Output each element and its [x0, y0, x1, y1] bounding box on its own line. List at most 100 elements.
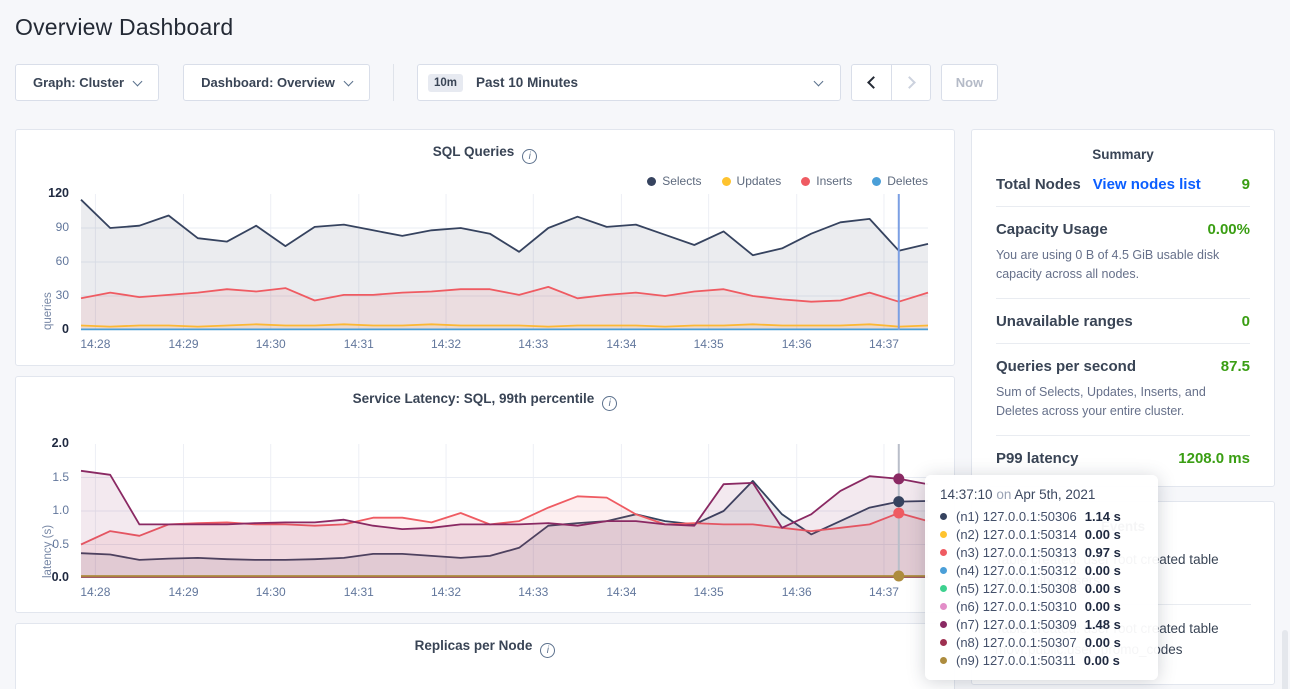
graph-dropdown[interactable]: Graph: Cluster — [15, 64, 159, 101]
dashboard-dropdown-label: Dashboard: Overview — [201, 75, 335, 90]
chart-title-text: SQL Queries — [433, 144, 515, 159]
time-range-dropdown[interactable]: 10m Past 10 Minutes — [417, 64, 841, 101]
tooltip-row: (n5) 127.0.0.1:503080.00 s — [940, 579, 1143, 597]
x-axis-tick: 14:36 — [773, 337, 821, 351]
graph-dropdown-label: Graph: Cluster — [33, 75, 124, 90]
chart-hover-tooltip: 14:37:10 on Apr 5th, 2021 (n1) 127.0.0.1… — [925, 475, 1158, 680]
sql-queries-plot[interactable] — [81, 194, 928, 330]
node-color-dot — [940, 603, 947, 610]
view-nodes-list-link[interactable]: View nodes list — [1093, 176, 1201, 193]
summary-item-unavailable-ranges: Unavailable ranges 0 — [996, 298, 1250, 343]
y-axis-tick: 0.0 — [16, 570, 69, 584]
toolbar: Graph: Cluster Dashboard: Overview 10m P… — [15, 64, 1275, 101]
chevron-down-icon — [814, 76, 824, 86]
node-color-dot — [940, 621, 947, 628]
y-axis-tick: 120 — [16, 186, 69, 200]
summary-item-total-nodes: Total Nodes View nodes list 9 — [996, 162, 1250, 206]
summary-title: Summary — [996, 147, 1250, 162]
chart-title-text: Replicas per Node — [415, 638, 533, 653]
sql-queries-chart-card: SQL Queries i Selects Updates Inserts Del… — [15, 129, 955, 366]
time-next-button[interactable] — [891, 65, 930, 100]
tooltip-row: (n8) 127.0.0.1:503070.00 s — [940, 633, 1143, 651]
legend-dot — [872, 177, 881, 186]
legend-item-updates: Updates — [722, 174, 782, 188]
info-icon[interactable]: i — [522, 149, 537, 164]
legend-dot — [801, 177, 810, 186]
node-color-dot — [940, 657, 947, 664]
x-axis-tick: 14:30 — [247, 337, 295, 351]
tooltip-row: (n2) 127.0.0.1:503140.00 s — [940, 525, 1143, 543]
x-axis-tick: 14:30 — [247, 585, 295, 599]
x-axis-tick: 14:33 — [509, 337, 557, 351]
chevron-right-icon — [903, 76, 916, 89]
page-title: Overview Dashboard — [0, 0, 1290, 41]
replicas-per-node-chart-card: Replicas per Node i — [15, 623, 955, 689]
unavailable-ranges-label: Unavailable ranges — [996, 313, 1133, 330]
y-axis-tick: 30 — [16, 288, 69, 302]
x-axis-tick: 14:34 — [597, 585, 645, 599]
summary-panel: Summary Total Nodes View nodes list 9 Ca… — [971, 129, 1275, 487]
qps-value: 87.5 — [1221, 358, 1250, 375]
node-color-dot — [940, 585, 947, 592]
time-range-badge: 10m — [428, 74, 463, 92]
time-prev-button[interactable] — [852, 65, 891, 100]
x-axis-tick: 14:35 — [685, 585, 733, 599]
x-axis-tick: 14:28 — [71, 585, 119, 599]
x-axis-tick: 14:35 — [685, 337, 733, 351]
x-axis-tick: 14:28 — [71, 337, 119, 351]
node-color-dot — [940, 513, 947, 520]
legend-dot — [722, 177, 731, 186]
summary-item-capacity: Capacity Usage 0.00% You are using 0 B o… — [996, 206, 1250, 298]
x-axis-tick: 14:33 — [509, 585, 557, 599]
y-axis-tick: 90 — [16, 220, 69, 234]
chart-title: SQL Queries i — [16, 144, 954, 164]
chart-title-text: Service Latency: SQL, 99th percentile — [353, 391, 595, 406]
total-nodes-value: 9 — [1242, 176, 1250, 193]
x-axis-tick: 14:32 — [422, 337, 470, 351]
info-icon[interactable]: i — [602, 396, 617, 411]
x-axis-tick: 14:37 — [860, 337, 908, 351]
tooltip-row: (n9) 127.0.0.1:503110.00 s — [940, 651, 1143, 669]
toolbar-divider — [393, 64, 394, 101]
chart-title: Replicas per Node i — [16, 638, 954, 658]
qps-description: Sum of Selects, Updates, Inserts, and De… — [996, 383, 1250, 422]
chart-legend: Selects Updates Inserts Deletes — [647, 174, 928, 188]
dashboard-dropdown[interactable]: Dashboard: Overview — [183, 64, 370, 101]
chevron-down-icon — [133, 76, 143, 86]
legend-item-selects: Selects — [647, 174, 701, 188]
y-axis-tick: 1.5 — [16, 470, 69, 484]
node-color-dot — [940, 549, 947, 556]
time-range-label: Past 10 Minutes — [476, 75, 815, 90]
service-latency-plot[interactable] — [81, 444, 928, 578]
legend-item-deletes: Deletes — [872, 174, 928, 188]
charts-column: SQL Queries i Selects Updates Inserts Del… — [15, 129, 955, 689]
now-button[interactable]: Now — [941, 64, 998, 101]
x-axis-tick: 14:36 — [773, 585, 821, 599]
x-axis-tick: 14:31 — [335, 337, 383, 351]
y-axis-tick: 60 — [16, 254, 69, 268]
p99-latency-value: 1208.0 ms — [1178, 450, 1250, 467]
capacity-description: You are using 0 B of 4.5 GiB usable disk… — [996, 246, 1250, 285]
chevron-left-icon — [867, 76, 880, 89]
y-axis-tick: 2.0 — [16, 436, 69, 450]
info-icon[interactable]: i — [540, 643, 555, 658]
node-color-dot — [940, 567, 947, 574]
legend-item-inserts: Inserts — [801, 174, 852, 188]
tooltip-timestamp: 14:37:10 on Apr 5th, 2021 — [940, 487, 1143, 502]
qps-label: Queries per second — [996, 358, 1136, 375]
x-axis-tick: 14:37 — [860, 585, 908, 599]
node-color-dot — [940, 639, 947, 646]
unavailable-ranges-value: 0 — [1242, 313, 1250, 330]
y-axis-tick: 1.0 — [16, 503, 69, 517]
x-axis-tick: 14:31 — [335, 585, 383, 599]
x-axis-tick: 14:29 — [159, 585, 207, 599]
scrollbar-thumb[interactable] — [1282, 630, 1288, 689]
total-nodes-label: Total Nodes — [996, 176, 1081, 193]
p99-latency-label: P99 latency — [996, 450, 1079, 467]
x-axis-tick: 14:29 — [159, 337, 207, 351]
chevron-down-icon — [343, 76, 353, 86]
tooltip-row: (n1) 127.0.0.1:503061.14 s — [940, 507, 1143, 525]
y-axis-tick: 0 — [16, 322, 69, 336]
time-step-buttons — [851, 64, 931, 101]
tooltip-row: (n4) 127.0.0.1:503120.00 s — [940, 561, 1143, 579]
